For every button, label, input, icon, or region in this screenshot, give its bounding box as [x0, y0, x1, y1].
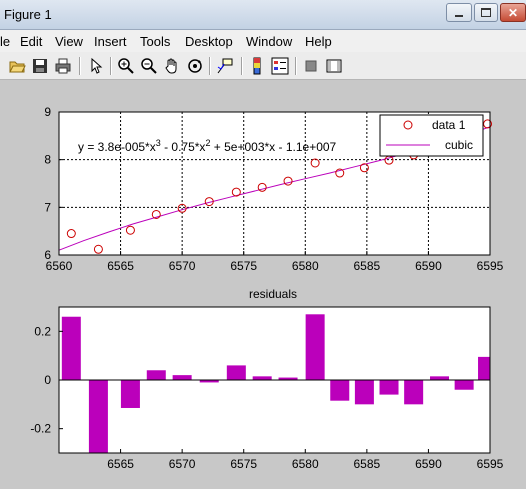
print-button[interactable]	[53, 56, 73, 76]
residual-bar	[404, 380, 424, 405]
menu-bar: le Edit View Insert Tools Desktop Window…	[0, 30, 526, 52]
save-button[interactable]	[30, 56, 50, 76]
zoom-out-button[interactable]	[139, 56, 159, 76]
close-icon: ✕	[507, 5, 519, 20]
fit-plot-axes[interactable]: 6560 6565 6570 6575 6580 6585 6590 6595 6789 y …	[44, 105, 503, 273]
menu-view[interactable]: View	[55, 34, 83, 49]
x-tick-label: 6585	[354, 457, 381, 471]
x-tick-label: 6570	[169, 259, 196, 273]
maximize-icon	[481, 8, 491, 17]
x-tick-label: 6580	[292, 457, 319, 471]
insert-colorbar-button[interactable]	[247, 56, 267, 76]
hide-plot-tools-icon	[305, 60, 317, 72]
y-tick-labels: 0.2 0 -0.2	[30, 324, 63, 436]
x-tick-label: 6565	[107, 259, 134, 273]
x-tick-label: 6575	[230, 457, 257, 471]
pointer-icon	[91, 57, 103, 74]
y-tick-label: -0.2	[30, 422, 51, 436]
residual-bar	[454, 380, 474, 390]
residual-bar	[120, 380, 140, 408]
minimize-button[interactable]	[446, 3, 472, 22]
menu-help[interactable]: Help	[305, 34, 332, 49]
close-button[interactable]: ✕	[500, 3, 526, 22]
window-title: Figure 1	[4, 7, 52, 22]
pan-hand-icon	[165, 58, 177, 74]
zoom-out-icon	[141, 58, 157, 74]
x-tick-label: 6590	[415, 457, 442, 471]
residual-bar	[330, 380, 350, 401]
legend-icon	[271, 57, 289, 75]
minimize-icon	[455, 14, 463, 17]
edit-plot-button[interactable]	[86, 56, 106, 76]
residual-bar	[172, 375, 192, 380]
y-tick-label: 6	[44, 248, 51, 262]
zoom-in-button[interactable]	[116, 56, 136, 76]
save-icon	[33, 59, 47, 73]
x-tick-label: 6585	[354, 259, 381, 273]
x-tick-label: 6590	[415, 259, 442, 273]
data-cursor-icon	[217, 58, 233, 74]
pan-button[interactable]	[162, 56, 182, 76]
maximize-button[interactable]	[474, 3, 498, 22]
residual-bar	[430, 376, 450, 380]
y-tick-label: 8	[44, 153, 51, 167]
window-titlebar: Figure 1 ✕	[0, 0, 526, 30]
show-plot-tools-button[interactable]	[324, 56, 344, 76]
menu-edit[interactable]: Edit	[20, 34, 42, 49]
print-icon	[55, 58, 71, 74]
hide-plot-tools-button[interactable]	[301, 56, 321, 76]
toolbar-separator	[209, 57, 211, 75]
rotate-3d-icon	[188, 59, 202, 73]
residual-bar	[252, 376, 272, 380]
menu-desktop[interactable]: Desktop	[185, 34, 233, 49]
colorbar-icon	[253, 57, 261, 75]
residual-bar	[146, 370, 166, 380]
data-cursor-button[interactable]	[215, 56, 235, 76]
toolbar-separator	[79, 57, 81, 75]
legend-label-cubic: cubic	[445, 138, 473, 152]
menu-window[interactable]: Window	[246, 34, 292, 49]
x-tick-label: 6580	[292, 259, 319, 273]
residuals-axes[interactable]: 6565 6570 6575 6580 6585 6590 6595 0.2 0 -0.2	[30, 306, 504, 471]
legend[interactable]: data 1 cubic	[379, 114, 484, 157]
insert-legend-button[interactable]	[270, 56, 290, 76]
x-tick-label: 6565	[107, 457, 134, 471]
legend-label-data: data 1	[432, 118, 466, 132]
x-tick-label: 6575	[230, 259, 257, 273]
figure-toolbar	[0, 52, 526, 80]
residual-bar	[226, 365, 246, 380]
open-file-button[interactable]	[7, 56, 27, 76]
rotate-3d-button[interactable]	[185, 56, 205, 76]
y-tick-label: 9	[44, 105, 51, 119]
folder-open-icon	[9, 61, 26, 73]
menu-file[interactable]: le	[0, 34, 10, 49]
toolbar-separator	[110, 57, 112, 75]
residual-bar	[478, 356, 490, 380]
residual-bar	[305, 314, 325, 380]
y-tick-label: 0	[44, 373, 51, 387]
toolbar-separator	[295, 57, 297, 75]
show-plot-tools-icon	[326, 59, 342, 73]
zoom-in-icon	[118, 58, 134, 74]
toolbar-separator	[241, 57, 243, 75]
residual-bar	[379, 380, 399, 395]
x-tick-label: 6570	[169, 457, 196, 471]
y-tick-label: 7	[44, 200, 51, 214]
residual-bar	[61, 316, 81, 380]
residuals-title: residuals	[249, 287, 297, 301]
residual-bar	[88, 380, 108, 453]
x-tick-label: 6595	[477, 259, 504, 273]
residual-bar	[354, 380, 374, 405]
menu-tools[interactable]: Tools	[140, 34, 170, 49]
x-tick-label: 6595	[477, 457, 504, 471]
figure-canvas: 6560 6565 6570 6575 6580 6585 6590 6595 6789 y …	[30, 105, 504, 471]
y-tick-label: 0.2	[34, 324, 51, 338]
menu-insert[interactable]: Insert	[94, 34, 127, 49]
